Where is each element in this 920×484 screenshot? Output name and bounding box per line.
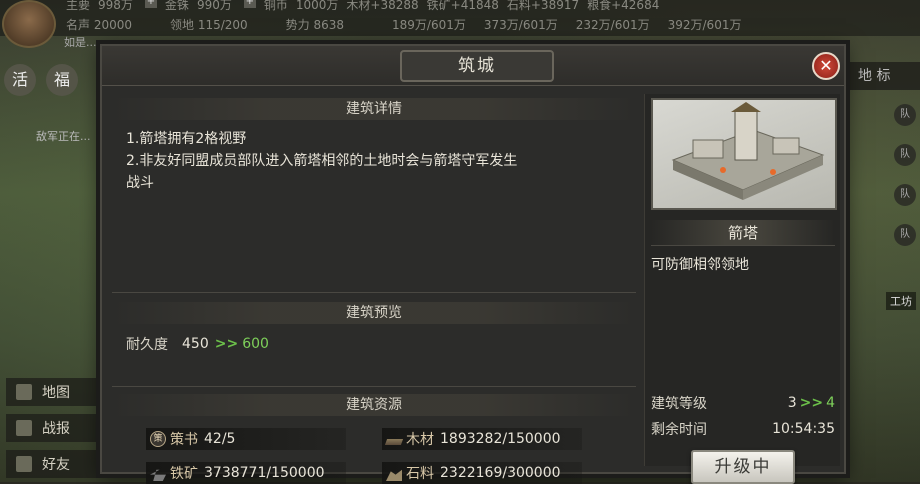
map-button[interactable]: 地图 xyxy=(6,378,96,406)
resource-label: 主要 xyxy=(66,0,91,12)
resource-value: 1000万 xyxy=(295,0,339,12)
resource-amount: 3738771/150000 xyxy=(204,465,325,481)
resource-row-2: 名声 20000 领地 115/200 势力 8638 189万/601万 37… xyxy=(66,16,749,33)
map-icon xyxy=(16,384,32,400)
event-tag[interactable]: 活 xyxy=(4,64,36,96)
resource-value: 石料+38917 xyxy=(506,0,580,12)
cost-wood: 木材 1893282/150000 xyxy=(382,428,582,450)
time-remaining: 10:54:35 xyxy=(772,421,835,437)
cost-stone: 石料 2322169/300000 xyxy=(382,462,582,484)
team-badge[interactable]: 队 xyxy=(894,104,916,126)
building-name: 箭塔 xyxy=(651,220,835,246)
storage-value: 232万/601万 xyxy=(575,18,650,32)
divider xyxy=(112,386,636,387)
map-label-workshop: 工坊 xyxy=(886,292,916,310)
left-menu: 活 福 敌军正在... 地图 战报 好友 xyxy=(0,36,100,482)
resource-amount: 2322169/300000 xyxy=(440,465,561,481)
resource-name: 铁矿 xyxy=(170,466,198,482)
friends-button[interactable]: 好友 xyxy=(6,450,96,478)
level-current: 3 xyxy=(787,395,797,411)
upgrading-button[interactable]: 升级中 xyxy=(691,450,795,484)
resource-label: 铜币 xyxy=(263,0,288,12)
resource-amount: 1893282/150000 xyxy=(440,431,561,447)
durability-current: 450 xyxy=(182,336,209,352)
close-icon: ✕ xyxy=(819,56,833,75)
resource-name: 木材 xyxy=(406,432,434,448)
storage-value: 373万/601万 xyxy=(483,18,558,32)
welfare-tag[interactable]: 福 xyxy=(46,64,78,96)
map-label: 地图 xyxy=(42,385,70,401)
resource-label: 金铢 xyxy=(164,0,189,12)
tab-landmark[interactable]: 地 标 xyxy=(850,62,920,90)
swords-icon xyxy=(16,420,32,436)
resource-row-1: 主要 998万 + 金铢 990万 + 铜币 1000万 木材+38288 铁矿… xyxy=(66,0,667,13)
detail-section-title: 建筑详情 xyxy=(112,98,636,120)
building-info-panel: 建筑详情 1.箭塔拥有2格视野 2.非友好同盟成员部队进入箭塔相邻的土地时会与箭… xyxy=(112,94,636,484)
storage-value: 189万/601万 xyxy=(392,18,466,32)
team-badge[interactable]: 队 xyxy=(894,144,916,166)
double-arrow-icon: >> xyxy=(799,395,824,411)
cost-strategy-book: 策 策书 42/5 xyxy=(146,428,346,450)
time-label: 剩余时间 xyxy=(651,422,707,438)
preview-section-title: 建筑预览 xyxy=(112,302,636,324)
detail-line: 1.箭塔拥有2格视野 xyxy=(126,131,247,147)
resource-amount: 42/5 xyxy=(204,431,236,447)
building-level-row: 建筑等级 3 >> 4 xyxy=(651,392,835,414)
team-badge[interactable]: 队 xyxy=(894,184,916,206)
power-value: 势力 8638 xyxy=(285,18,345,32)
resource-value: 粮食+42684 xyxy=(587,0,660,12)
territory-value: 领地 115/200 xyxy=(170,18,248,32)
fame-value: 名声 20000 xyxy=(66,18,132,32)
build-dialog: 筑城 ✕ 建筑详情 1.箭塔拥有2格视野 2.非友好同盟成员部队进入箭塔相邻的土… xyxy=(100,44,846,484)
level-next: 4 xyxy=(826,395,835,411)
building-summary-panel: 箭塔 可防御相邻领地 建筑等级 3 >> 4 剩余时间 10:54:35 升级中 xyxy=(644,94,840,484)
resources-section-title: 建筑资源 xyxy=(112,394,636,416)
detail-line: 2.非友好同盟成员部队进入箭塔相邻的土地时会与箭塔守军发生 xyxy=(126,153,518,169)
storage-value: 392万/601万 xyxy=(667,18,742,32)
detail-line: 战斗 xyxy=(126,175,154,191)
level-values: 3 >> 4 xyxy=(788,395,835,411)
stone-icon xyxy=(386,469,402,481)
double-arrow-icon: >> xyxy=(214,336,239,352)
remaining-time-row: 剩余时间 10:54:35 xyxy=(651,418,835,440)
durability-next: 600 xyxy=(242,336,269,352)
building-description: 可防御相邻领地 xyxy=(651,257,749,273)
dialog-title: 筑城 xyxy=(400,50,554,82)
friends-icon xyxy=(16,456,32,472)
close-button[interactable]: ✕ xyxy=(812,52,840,80)
resource-name: 策书 xyxy=(170,432,198,448)
team-badge[interactable]: 队 xyxy=(894,224,916,246)
resource-value: 铁矿+41848 xyxy=(426,0,499,12)
battle-report-label: 战报 xyxy=(42,421,70,437)
plus-icon[interactable]: + xyxy=(144,0,157,8)
resource-name: 石料 xyxy=(406,466,434,482)
iron-icon xyxy=(150,469,166,481)
right-menu: 地 标 队 队 队 队 工坊 xyxy=(844,52,920,482)
cost-iron: 铁矿 3738771/150000 xyxy=(146,462,346,484)
friends-label: 好友 xyxy=(42,457,70,473)
notice-text[interactable]: 敌军正在... xyxy=(36,128,91,144)
building-preview-image xyxy=(651,98,837,210)
arrow-tower-illustration xyxy=(671,102,825,200)
battle-report-button[interactable]: 战报 xyxy=(6,414,96,442)
plus-icon[interactable]: + xyxy=(243,0,256,8)
resource-bar: 主要 998万 + 金铢 990万 + 铜币 1000万 木材+38288 铁矿… xyxy=(0,0,920,48)
wood-icon xyxy=(384,438,404,445)
level-label: 建筑等级 xyxy=(651,396,707,412)
durability-label: 耐久度 xyxy=(126,337,168,353)
strategy-book-icon: 策 xyxy=(150,431,166,447)
dialog-header: 筑城 ✕ xyxy=(102,46,844,86)
building-detail-text: 1.箭塔拥有2格视野 2.非友好同盟成员部队进入箭塔相邻的土地时会与箭塔守军发生… xyxy=(126,128,626,194)
resource-value: 990万 xyxy=(196,0,232,12)
durability-row: 耐久度 450 >> 600 xyxy=(126,334,269,354)
resource-value: 998万 xyxy=(98,0,133,12)
divider xyxy=(112,292,636,293)
resource-value: 木材+38288 xyxy=(346,0,419,12)
